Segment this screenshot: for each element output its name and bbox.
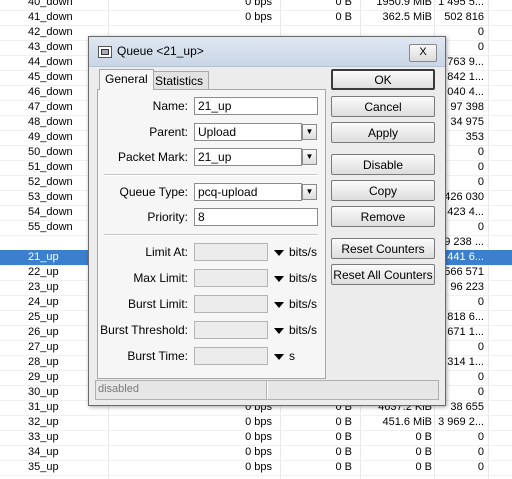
table-row[interactable]: 33_up 0 bps 0 B 0 B 0 [0, 430, 512, 446]
chevron-down-icon: ▼ [305, 152, 314, 161]
table-row[interactable]: 35_up 0 bps 0 B 0 B 0 [0, 460, 512, 476]
burst-threshold-field[interactable] [194, 321, 268, 339]
queue-name-cell: 35_up [28, 461, 59, 473]
chevron-down-icon: ▼ [305, 127, 314, 136]
limit-at-unit: bits/s [289, 245, 318, 259]
packet-mark-label: Packet Mark: [117, 150, 188, 164]
status-bar: disabled [95, 380, 439, 400]
rate-cell: 0 bps [245, 416, 272, 428]
dropdown-arrow-icon[interactable] [274, 328, 284, 334]
rate-cell: 0 bps [245, 0, 272, 8]
dropdown-arrow-icon[interactable] [274, 302, 284, 308]
burst-limit-unit: bits/s [289, 297, 318, 311]
queue-name-cell: 32_up [28, 416, 59, 428]
rate-cell: 0 bps [245, 431, 272, 443]
rate-cell: 0 bps [245, 11, 272, 23]
burst-time-unit: s [289, 349, 295, 363]
parent-label: Parent: [149, 125, 188, 139]
name-field[interactable]: 21_up [194, 97, 318, 115]
burst-time-label: Burst Time: [127, 349, 188, 363]
queue-type-dropdown-button[interactable]: ▼ [302, 184, 317, 200]
remove-button[interactable]: Remove [331, 206, 435, 227]
queue-type-label: Queue Type: [119, 185, 189, 199]
disable-button[interactable]: Disable [331, 154, 435, 175]
total-bytes-cell: 451.6 MiB [382, 416, 432, 428]
packet-mark-select[interactable]: 21_up [194, 148, 302, 166]
bytes-cell: 0 B [335, 446, 352, 458]
parent-dropdown-button[interactable]: ▼ [302, 124, 317, 140]
queue-name-cell: 33_up [28, 431, 59, 443]
status-divider [267, 381, 268, 399]
parent-select[interactable]: Upload [194, 123, 302, 141]
cancel-button[interactable]: Cancel [331, 96, 435, 117]
tab-statistics[interactable]: Statistics [149, 71, 210, 90]
limit-at-field[interactable] [194, 243, 268, 261]
dialog-title: Queue <21_up> [117, 44, 204, 58]
queue-type-select[interactable]: pcq-upload [194, 183, 302, 201]
max-limit-label: Max Limit: [133, 271, 188, 285]
close-button[interactable]: X [409, 44, 437, 62]
ok-button[interactable]: OK [331, 69, 435, 90]
limit-at-label: Limit At: [145, 245, 188, 259]
queue-name-cell: 41_down [28, 11, 73, 23]
table-row[interactable]: 41_down 0 bps 0 B 362.5 MiB 502 816 [0, 10, 512, 26]
packets-cell: 3 969 2... [438, 416, 484, 428]
reset-all-counters-button[interactable]: Reset All Counters [331, 264, 435, 285]
queue-name-cell: 40_down [28, 0, 73, 8]
bytes-cell: 0 B [335, 11, 352, 23]
reset-counters-button[interactable]: Reset Counters [331, 238, 435, 259]
dropdown-arrow-icon[interactable] [274, 354, 284, 360]
max-limit-field[interactable] [194, 269, 268, 287]
packets-cell: 0 [477, 431, 484, 443]
total-bytes-cell: 1950.9 MiB [376, 0, 432, 8]
dropdown-arrow-icon[interactable] [274, 250, 284, 256]
section-divider [104, 234, 318, 236]
table-row[interactable]: 34_up 0 bps 0 B 0 B 0 [0, 445, 512, 461]
total-bytes-cell: 0 B [415, 431, 432, 443]
chevron-down-icon: ▼ [305, 187, 314, 196]
bytes-cell: 0 B [335, 461, 352, 473]
general-tab-panel: Name: 21_up Parent: Upload ▼ Packet Mark… [97, 89, 326, 379]
bytes-cell: 0 B [335, 416, 352, 428]
bytes-cell: 0 B [335, 431, 352, 443]
queue-name-cell: 34_up [28, 446, 59, 458]
priority-field[interactable]: 8 [194, 208, 318, 226]
burst-limit-label: Burst Limit: [127, 297, 188, 311]
packet-mark-dropdown-button[interactable]: ▼ [302, 149, 317, 165]
window-icon [98, 46, 112, 58]
packets-cell: 1 495 5... [438, 0, 484, 8]
apply-button[interactable]: Apply [331, 122, 435, 143]
bytes-cell: 0 B [335, 0, 352, 8]
dropdown-arrow-icon[interactable] [274, 276, 284, 282]
burst-time-field[interactable] [194, 347, 268, 365]
name-label: Name: [152, 99, 188, 113]
total-bytes-cell: 0 B [415, 461, 432, 473]
max-limit-unit: bits/s [289, 271, 318, 285]
table-row[interactable]: 32_up 0 bps 0 B 451.6 MiB 3 969 2... [0, 415, 512, 431]
queue-dialog: Queue <21_up> X General Statistics Name:… [88, 36, 446, 406]
priority-label: Priority: [147, 210, 188, 224]
copy-button[interactable]: Copy [331, 180, 435, 201]
total-bytes-cell: 362.5 MiB [382, 11, 432, 23]
dialog-titlebar[interactable]: Queue <21_up> X [89, 37, 445, 67]
packets-cell: 0 [477, 461, 484, 473]
packets-cell: 502 816 [444, 11, 484, 23]
burst-threshold-label: Burst Threshold: [100, 323, 188, 337]
packets-cell: 0 [477, 446, 484, 458]
section-divider [104, 174, 318, 176]
rate-cell: 0 bps [245, 461, 272, 473]
rate-cell: 0 bps [245, 446, 272, 458]
burst-limit-field[interactable] [194, 295, 268, 313]
tab-general[interactable]: General [99, 69, 154, 90]
total-bytes-cell: 0 B [415, 446, 432, 458]
status-text: disabled [98, 383, 139, 395]
burst-threshold-unit: bits/s [289, 323, 318, 337]
